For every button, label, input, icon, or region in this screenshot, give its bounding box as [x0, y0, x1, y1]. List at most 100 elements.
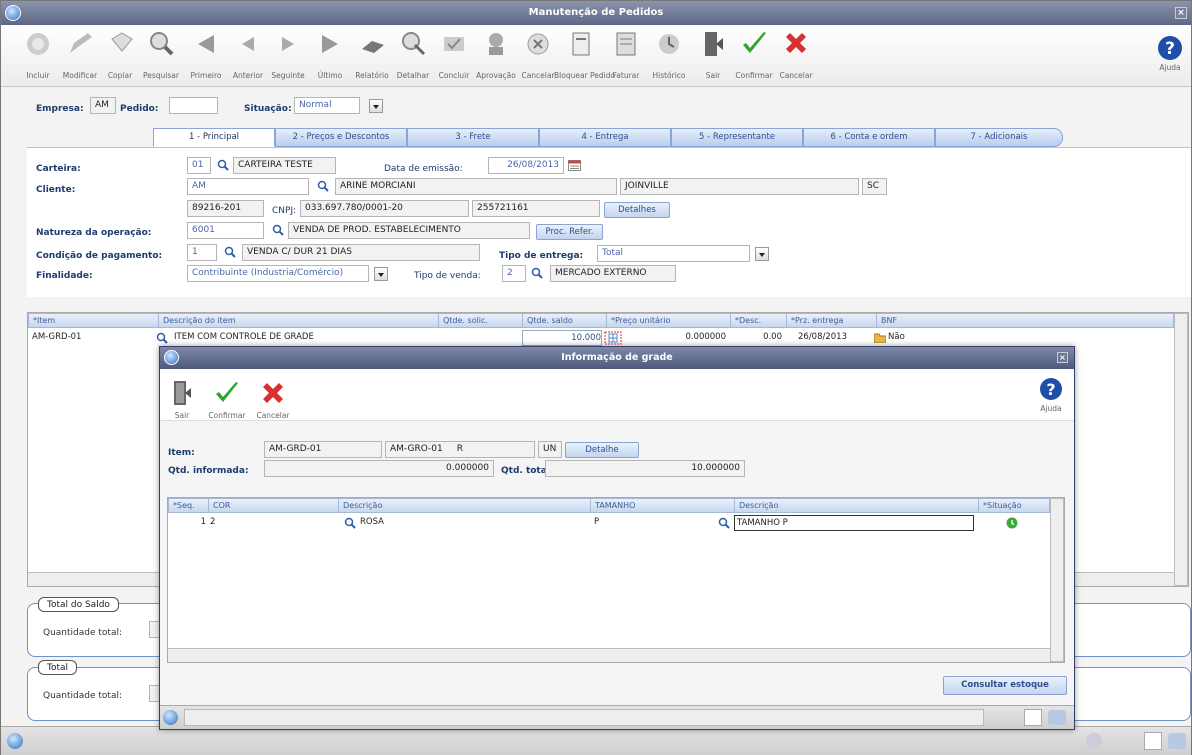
tab-adicionais[interactable]: 7 - Adicionais: [935, 128, 1063, 147]
toolbar-last-button[interactable]: Último: [311, 29, 349, 85]
toolbar-next-button[interactable]: Seguinte: [269, 29, 307, 85]
col-qtde-solic[interactable]: Qtde. solic.: [439, 314, 523, 327]
tab-frete[interactable]: 3 - Frete: [407, 128, 539, 147]
grade-horizontal-scrollbar[interactable]: [168, 648, 1050, 662]
col-cor-descricao[interactable]: Descrição: [339, 499, 591, 512]
dialog-item-r: R: [456, 444, 464, 454]
close-button[interactable]: ×: [1175, 7, 1187, 19]
tipo-entrega-select[interactable]: Total: [597, 245, 750, 262]
tab-conta-ordem[interactable]: 6 - Conta e ordem: [803, 128, 935, 147]
cliente-search-icon[interactable]: [317, 180, 329, 192]
dialog-confirm-button[interactable]: Confirmar: [208, 379, 246, 435]
table-row[interactable]: 1 2 ROSA P TAMANHO P: [168, 515, 1050, 531]
toolbar-confirm-button[interactable]: Confirmar: [735, 29, 773, 85]
row-qtde-saldo[interactable]: 10.000: [522, 330, 602, 346]
toolbar-cancel-button[interactable]: Cancelar: [777, 29, 815, 85]
carteira-search-icon[interactable]: [217, 159, 229, 171]
dialog-detalhe-button[interactable]: Detalhe: [565, 442, 639, 458]
col-tamanho-descricao[interactable]: Descrição: [735, 499, 979, 512]
toolbar-first-button[interactable]: Primeiro: [187, 29, 225, 85]
col-situacao[interactable]: *Situação: [979, 499, 1051, 512]
toolbar-block-button[interactable]: Bloquear Pedido: [554, 29, 615, 85]
condicao-search-icon[interactable]: [224, 246, 236, 258]
status-bar: [1, 726, 1191, 755]
dialog-item-label: Item:: [168, 448, 195, 458]
consultar-estoque-button[interactable]: Consultar estoque: [943, 676, 1067, 695]
items-vertical-scrollbar[interactable]: [1174, 313, 1188, 586]
dialog-chat-icon[interactable]: [1048, 710, 1066, 725]
table-row[interactable]: AM-GRD-01 ITEM COM CONTROLE DE GRADE 10.…: [28, 330, 1174, 346]
situacao-select[interactable]: Normal: [294, 97, 360, 114]
dialog-help-button[interactable]: ? Ajuda: [1034, 377, 1068, 413]
grade-grid: *Seq. COR Descrição TAMANHO Descrição *S…: [167, 497, 1065, 663]
toolbar-invoice-button[interactable]: Faturar: [607, 29, 645, 85]
grade-icon[interactable]: [604, 331, 622, 345]
col-preco[interactable]: *Preço unitário: [607, 314, 731, 327]
cor-search-icon[interactable]: [344, 517, 356, 529]
dialog-cancel-label: Cancelar: [256, 411, 290, 420]
col-item[interactable]: *Item: [29, 314, 159, 327]
toolbar-cancel-order-button[interactable]: Cancelar: [519, 29, 557, 85]
tab-precos[interactable]: 2 - Preços e Descontos: [275, 128, 407, 147]
dialog-cancel-button[interactable]: Cancelar: [254, 379, 292, 435]
help-button[interactable]: ? Ajuda: [1151, 29, 1189, 85]
row-item-search-icon[interactable]: [156, 332, 168, 344]
toolbar-history-button[interactable]: Histórico: [650, 29, 688, 85]
dialog-exit-button[interactable]: Sair: [163, 379, 201, 435]
svg-text:?: ?: [1165, 39, 1175, 59]
tab-representante[interactable]: 5 - Representante: [671, 128, 803, 147]
calendar-icon[interactable]: [568, 159, 581, 171]
tipo-entrega-label: Tipo de entrega:: [499, 251, 584, 261]
natureza-name-field: VENDA DE PROD. ESTABELECIMENTO: [288, 222, 530, 239]
toolbar-conclude-button[interactable]: Concluir: [435, 29, 473, 85]
tipo-venda-code-field[interactable]: 2: [502, 265, 526, 282]
dialog-close-button[interactable]: ×: [1057, 352, 1068, 363]
carteira-code-field[interactable]: 01: [187, 157, 211, 174]
situacao-dropdown-button[interactable]: [369, 99, 383, 113]
grade-vertical-scrollbar[interactable]: [1050, 498, 1064, 662]
folder-icon[interactable]: [874, 332, 886, 343]
grade-row-tamanho-desc[interactable]: TAMANHO P: [734, 515, 974, 531]
natureza-code-field[interactable]: 6001: [187, 222, 264, 239]
col-qtde-saldo[interactable]: Qtde. saldo: [523, 314, 607, 327]
finalidade-dropdown-button[interactable]: [374, 267, 388, 281]
print-icon[interactable]: [1144, 732, 1162, 750]
toolbar-search-button[interactable]: Pesquisar: [142, 29, 180, 85]
tab-principal[interactable]: 1 - Principal: [153, 128, 275, 147]
condicao-code-field[interactable]: 1: [187, 244, 217, 261]
cliente-code-field[interactable]: AM: [187, 178, 309, 195]
toolbar-approval-button[interactable]: Aprovação: [476, 29, 516, 85]
tipo-entrega-dropdown-button[interactable]: [755, 247, 769, 261]
detalhes-button[interactable]: Detalhes: [604, 202, 670, 218]
col-bnf[interactable]: BNF: [877, 314, 1175, 327]
col-descricao[interactable]: Descrição do item: [159, 314, 439, 327]
tamanho-search-icon[interactable]: [718, 517, 730, 529]
tipo-venda-label: Tipo de venda:: [414, 271, 481, 281]
dialog-print-icon[interactable]: [1024, 709, 1042, 726]
col-cor[interactable]: COR: [209, 499, 339, 512]
col-tamanho[interactable]: TAMANHO: [591, 499, 735, 512]
proc-refer-button[interactable]: Proc. Refer.: [536, 224, 603, 240]
natureza-search-icon[interactable]: [272, 224, 284, 236]
empresa-field[interactable]: AM: [90, 97, 116, 114]
cliente-city-field: JOINVILLE: [620, 178, 859, 195]
exit-icon: [705, 32, 723, 56]
finalidade-select[interactable]: Contribuinte (Industria/Comércio): [187, 265, 369, 282]
app-icon: [5, 5, 21, 21]
col-prazo[interactable]: *Prz. entrega: [787, 314, 877, 327]
history-icon: [659, 34, 679, 54]
grade-row-tamanho: P: [594, 517, 600, 527]
chat-icon[interactable]: [1168, 733, 1186, 749]
data-emissao-field[interactable]: 26/08/2013: [488, 157, 564, 174]
col-desc[interactable]: *Desc.: [731, 314, 787, 327]
toolbar-include-button[interactable]: Incluir: [19, 29, 57, 85]
pedido-label: Pedido:: [120, 104, 159, 114]
dialog-item-ref-text: AM-GRO-01: [390, 444, 443, 454]
pedido-field[interactable]: [169, 97, 218, 114]
status-circle-icon[interactable]: [1086, 733, 1102, 749]
tipo-venda-search-icon[interactable]: [531, 267, 543, 279]
confirm-icon: [743, 32, 766, 53]
tab-entrega[interactable]: 4 - Entrega: [539, 128, 671, 147]
detail-icon: [402, 32, 426, 56]
col-seq[interactable]: *Seq.: [169, 499, 209, 512]
